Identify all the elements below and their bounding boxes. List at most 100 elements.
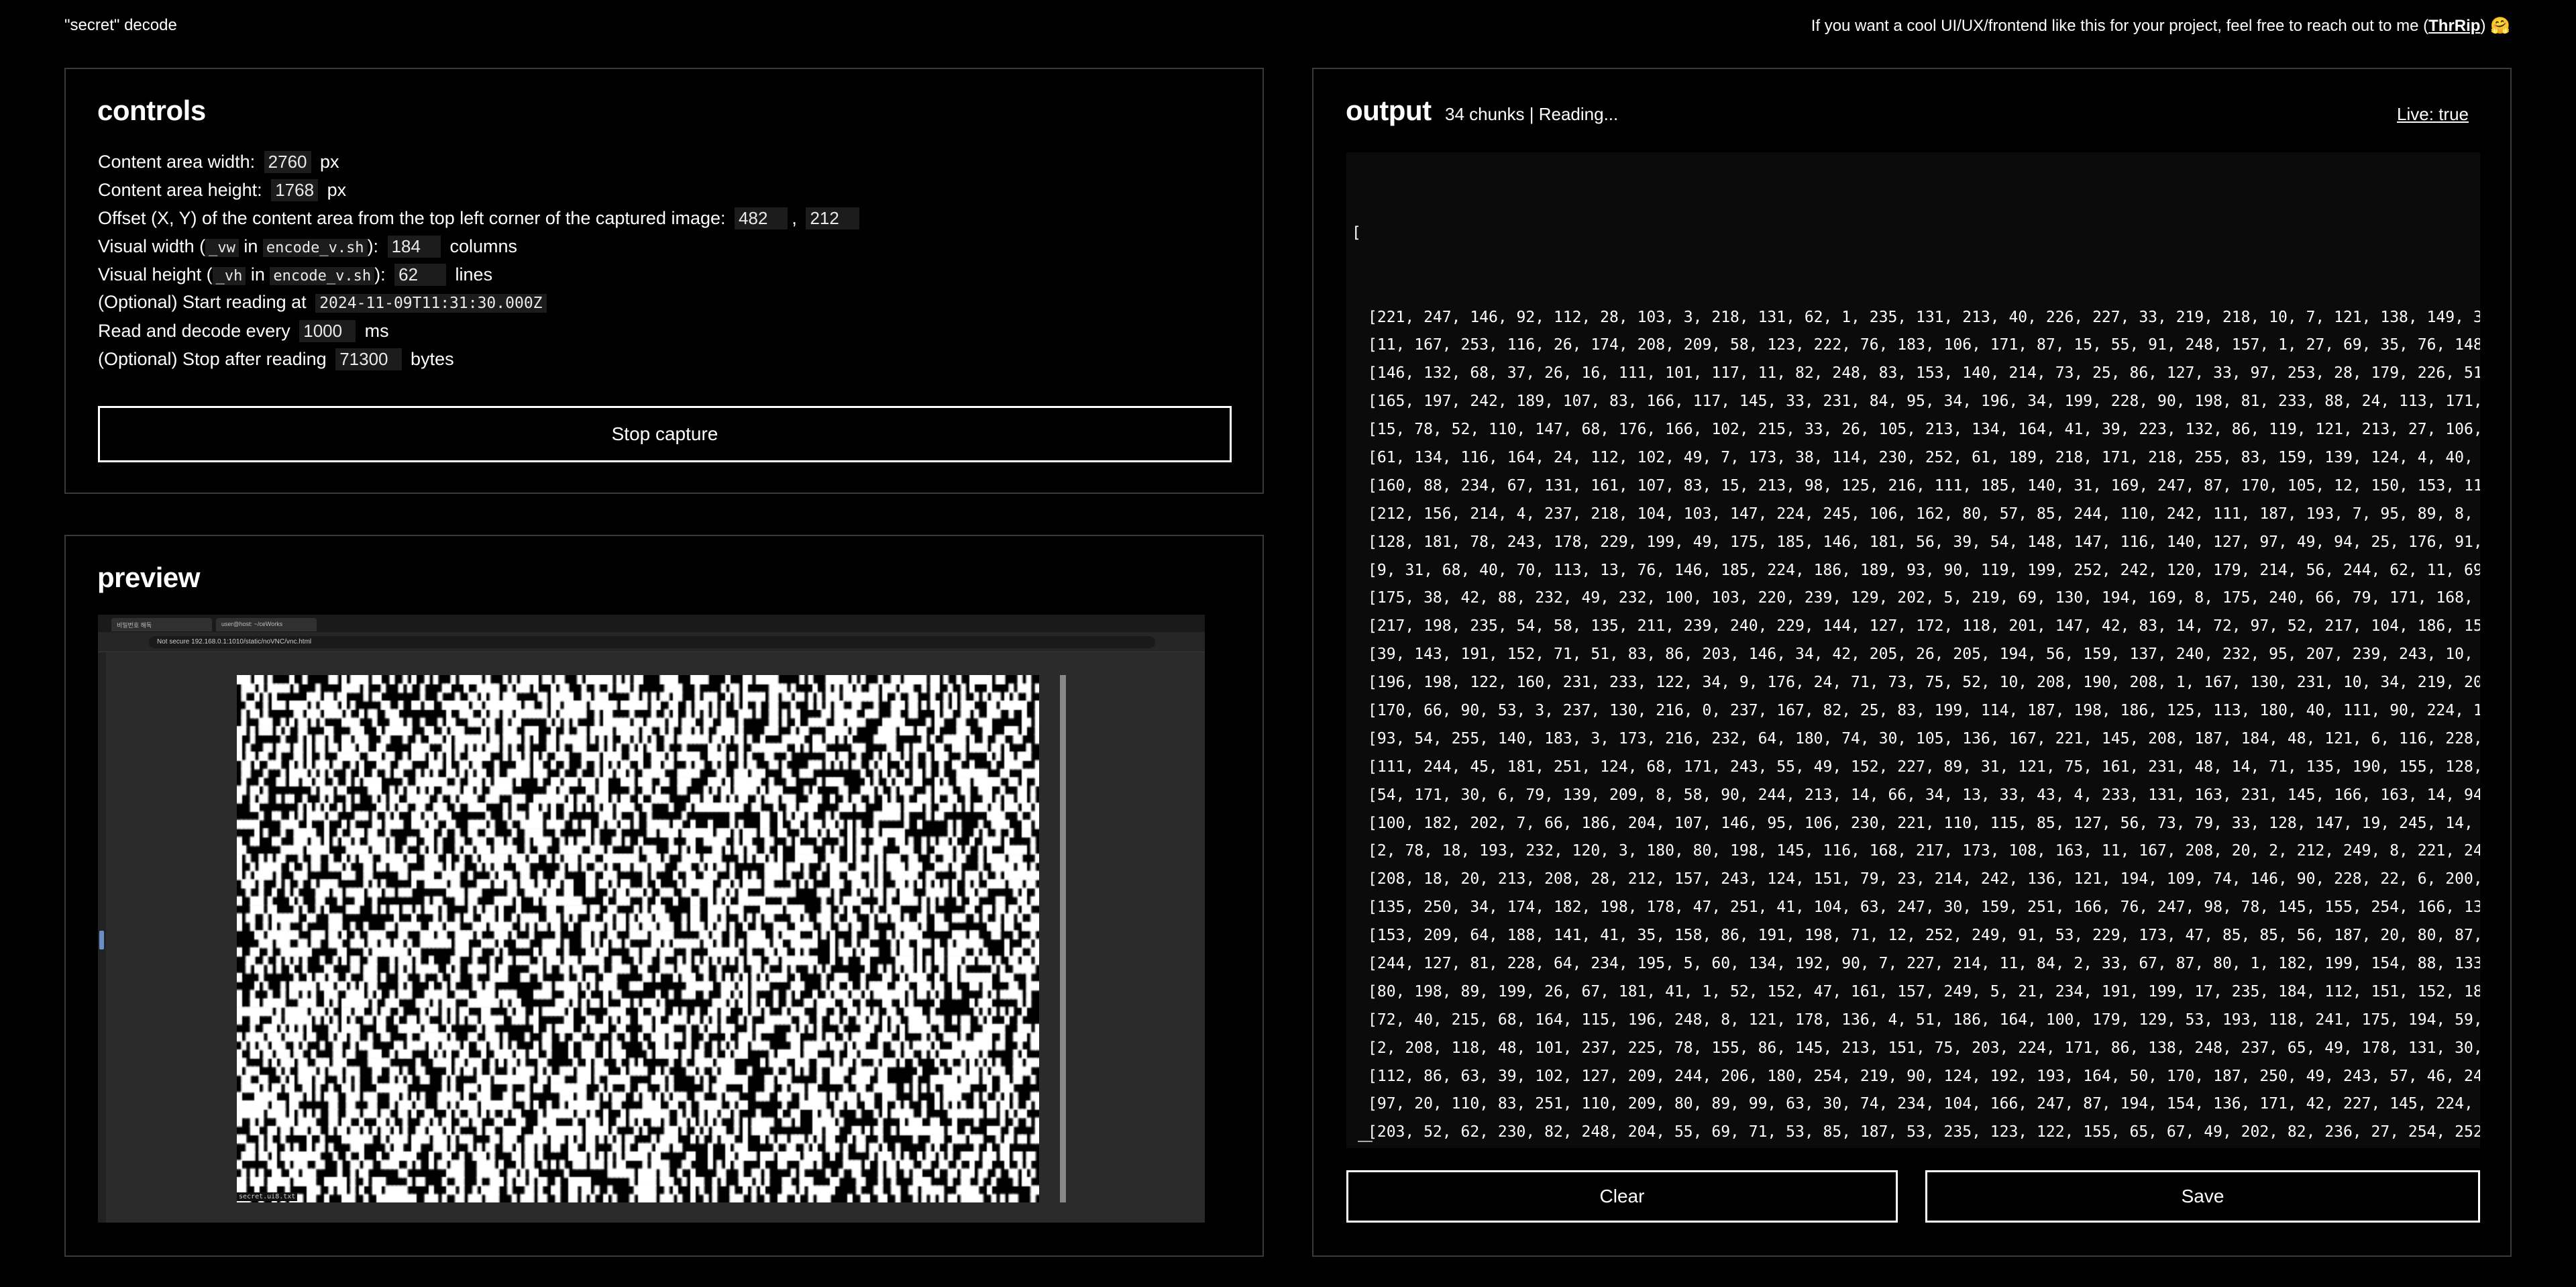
live-toggle[interactable]: Live: true bbox=[2397, 104, 2469, 125]
preview-tab-1: 비밀번호 해독 bbox=[111, 618, 212, 631]
start-time-row: (Optional) Start reading at 2024-11-09T1… bbox=[98, 292, 551, 313]
output-row: [185, 200, 39, 12, 10, 232, 33, 177, 194… bbox=[1352, 1147, 2475, 1148]
output-row: [212, 156, 214, 4, 237, 218, 104, 103, 1… bbox=[1368, 505, 2480, 523]
content-width-input[interactable]: 2760 bbox=[264, 151, 311, 173]
encoded-pixel-grid bbox=[237, 675, 1039, 1202]
interval-label: Read and decode every bbox=[98, 321, 290, 341]
output-row: [170, 66, 90, 53, 3, 237, 130, 216, 0, 2… bbox=[1368, 701, 2480, 719]
output-rows: [221, 247, 146, 92, 112, 28, 103, 3, 218… bbox=[1352, 304, 2480, 1148]
vh-variable: _vh bbox=[212, 267, 246, 285]
visual-height-unit: lines bbox=[455, 264, 493, 285]
start-time-input[interactable]: 2024-11-09T11:31:30.000Z bbox=[315, 294, 547, 313]
controls-panel: controls Content area width: 2760 px Con… bbox=[64, 68, 1264, 494]
interval-unit: ms bbox=[364, 321, 389, 341]
visual-height-label-a: Visual height ( bbox=[98, 264, 213, 285]
visual-width-label: Visual width (_vw in encode_v.sh): bbox=[98, 236, 379, 257]
output-row: [54, 171, 30, 6, 79, 139, 209, 8, 58, 90… bbox=[1368, 786, 2480, 804]
top-bar: "secret" decode If you want a cool UI/UX… bbox=[0, 0, 2576, 54]
output-row: [153, 209, 64, 188, 141, 41, 35, 158, 86… bbox=[1368, 927, 2480, 945]
output-row: [2, 208, 118, 48, 101, 237, 225, 78, 155… bbox=[1368, 1039, 2480, 1057]
offset-x-input[interactable]: 482 bbox=[735, 207, 788, 229]
output-panel: output 34 chunks | Reading... Live: true… bbox=[1312, 68, 2512, 1257]
visual-width-input[interactable]: 184 bbox=[387, 236, 441, 258]
output-row: [15, 78, 52, 110, 147, 68, 176, 166, 102… bbox=[1368, 421, 2480, 439]
offset-label: Offset (X, Y) of the content area from t… bbox=[98, 208, 726, 228]
output-textarea[interactable]: [ [221, 247, 146, 92, 112, 28, 103, 3, 2… bbox=[1346, 152, 2480, 1148]
vw-file: encode_v.sh bbox=[262, 239, 368, 257]
visual-height-label-b: in bbox=[246, 264, 270, 285]
preview-scrollbar bbox=[1060, 675, 1066, 1202]
stop-bytes-unit: bytes bbox=[411, 349, 454, 369]
interval-row: Read and decode every 1000 ms bbox=[98, 320, 389, 342]
visual-height-row: Visual height (_vh in encode_v.sh): 62 l… bbox=[98, 264, 492, 286]
content-width-row: Content area width: 2760 px bbox=[98, 151, 339, 173]
app-title: "secret" decode bbox=[64, 16, 177, 34]
output-row: [97, 20, 110, 83, 251, 110, 209, 80, 89,… bbox=[1368, 1095, 2480, 1113]
preview-panel: preview 비밀번호 해독 user@host: ~/ceWorks Not… bbox=[64, 535, 1264, 1257]
stop-bytes-input[interactable]: 71300 bbox=[335, 348, 402, 370]
visual-height-input[interactable]: 62 bbox=[394, 264, 447, 286]
visual-height-label-c: ): bbox=[374, 264, 386, 285]
visual-width-row: Visual width (_vw in encode_v.sh): 184 c… bbox=[98, 236, 517, 258]
content-height-input[interactable]: 1768 bbox=[271, 179, 319, 201]
output-row: [221, 247, 146, 92, 112, 28, 103, 3, 218… bbox=[1368, 308, 2480, 326]
promo-message: If you want a cool UI/UX/frontend like t… bbox=[1811, 17, 2429, 35]
output-row: [135, 250, 34, 174, 182, 198, 178, 47, 2… bbox=[1368, 898, 2480, 917]
preview-title: preview bbox=[97, 562, 200, 593]
output-row: [175, 38, 42, 88, 232, 49, 232, 100, 103… bbox=[1368, 589, 2480, 607]
author-link[interactable]: ThrRip bbox=[2428, 17, 2480, 35]
visual-width-label-b: in bbox=[238, 236, 263, 256]
visual-width-label-c: ): bbox=[367, 236, 379, 256]
preview-caption: secret.ui8.txt bbox=[237, 1192, 298, 1201]
preview-url: Not secure 192.168.0.1:1010/static/noVNC… bbox=[149, 636, 1155, 648]
content-height-row: Content area height: 1768 px bbox=[98, 179, 346, 201]
output-row: [100, 182, 202, 7, 66, 186, 204, 107, 14… bbox=[1368, 814, 2480, 832]
vw-variable: _vw bbox=[205, 239, 239, 257]
vh-file: encode_v.sh bbox=[270, 267, 375, 285]
stop-capture-button[interactable]: Stop capture bbox=[98, 406, 1232, 462]
clear-button[interactable]: Clear bbox=[1346, 1170, 1898, 1223]
offset-row: Offset (X, Y) of the content area from t… bbox=[98, 207, 863, 229]
preview-address-bar: Not secure 192.168.0.1:1010/static/noVNC… bbox=[98, 632, 1205, 652]
save-button[interactable]: Save bbox=[1925, 1170, 2480, 1223]
output-row: [165, 197, 242, 189, 107, 83, 166, 117, … bbox=[1368, 393, 2480, 411]
controls-title: controls bbox=[97, 95, 206, 126]
output-row: [146, 132, 68, 37, 26, 16, 111, 101, 117… bbox=[1368, 364, 2480, 382]
output-row: [11, 167, 253, 116, 26, 174, 208, 209, 5… bbox=[1368, 336, 2480, 354]
promo-text: If you want a cool UI/UX/frontend like t… bbox=[1811, 16, 2510, 36]
output-row: [39, 143, 191, 152, 71, 51, 83, 86, 203,… bbox=[1368, 646, 2480, 664]
preview-browser-tabs: 비밀번호 해독 user@host: ~/ceWorks bbox=[98, 615, 1205, 632]
captured-preview: 비밀번호 해독 user@host: ~/ceWorks Not secure … bbox=[98, 615, 1205, 1223]
content-width-label: Content area width: bbox=[98, 152, 256, 172]
stop-bytes-label: (Optional) Stop after reading bbox=[98, 349, 327, 369]
visual-height-label: Visual height (_vh in encode_v.sh): bbox=[98, 264, 386, 285]
output-title: output bbox=[1346, 95, 1432, 126]
open-bracket: [ bbox=[1352, 223, 1361, 242]
output-row: [111, 244, 45, 181, 251, 124, 68, 171, 2… bbox=[1368, 758, 2480, 776]
text-cursor bbox=[1358, 1141, 1373, 1142]
start-time-label: (Optional) Start reading at bbox=[98, 292, 307, 312]
output-row: [72, 40, 215, 68, 164, 115, 196, 248, 8,… bbox=[1368, 1011, 2480, 1029]
output-row: [80, 198, 89, 199, 26, 67, 181, 41, 1, 5… bbox=[1368, 982, 2480, 1000]
output-row: [203, 52, 62, 230, 82, 248, 204, 55, 69,… bbox=[1368, 1123, 2480, 1141]
output-row: [128, 181, 78, 243, 178, 229, 199, 49, 1… bbox=[1368, 533, 2480, 551]
content-height-label: Content area height: bbox=[98, 180, 262, 200]
stop-bytes-row: (Optional) Stop after reading 71300 byte… bbox=[98, 348, 454, 370]
output-row: [160, 88, 234, 67, 131, 161, 107, 83, 15… bbox=[1368, 476, 2480, 495]
output-row: [2, 78, 18, 193, 232, 120, 3, 180, 80, 1… bbox=[1368, 842, 2480, 860]
output-row: [208, 18, 20, 213, 208, 28, 212, 157, 24… bbox=[1368, 870, 2480, 888]
output-status: 34 chunks | Reading... bbox=[1445, 104, 1619, 124]
offset-y-input[interactable]: 212 bbox=[806, 207, 859, 229]
output-row: [61, 134, 116, 164, 24, 112, 102, 49, 7,… bbox=[1368, 448, 2480, 466]
output-row: [217, 198, 235, 54, 58, 135, 211, 239, 2… bbox=[1368, 617, 2480, 635]
content-width-unit: px bbox=[320, 152, 339, 172]
promo-end: ) 🤗 bbox=[2480, 17, 2510, 35]
visual-width-label-a: Visual width ( bbox=[98, 236, 206, 256]
output-row: [244, 127, 81, 228, 64, 234, 195, 5, 60,… bbox=[1368, 955, 2480, 972]
output-row: [9, 31, 68, 40, 70, 113, 13, 76, 146, 18… bbox=[1368, 561, 2480, 579]
interval-input[interactable]: 1000 bbox=[299, 320, 356, 342]
vnc-sidebar-handle bbox=[99, 931, 104, 949]
offset-separator: , bbox=[792, 208, 797, 228]
output-row: [112, 86, 63, 39, 102, 127, 209, 244, 20… bbox=[1368, 1067, 2480, 1085]
output-row: [196, 198, 122, 160, 231, 233, 122, 34, … bbox=[1368, 674, 2480, 692]
